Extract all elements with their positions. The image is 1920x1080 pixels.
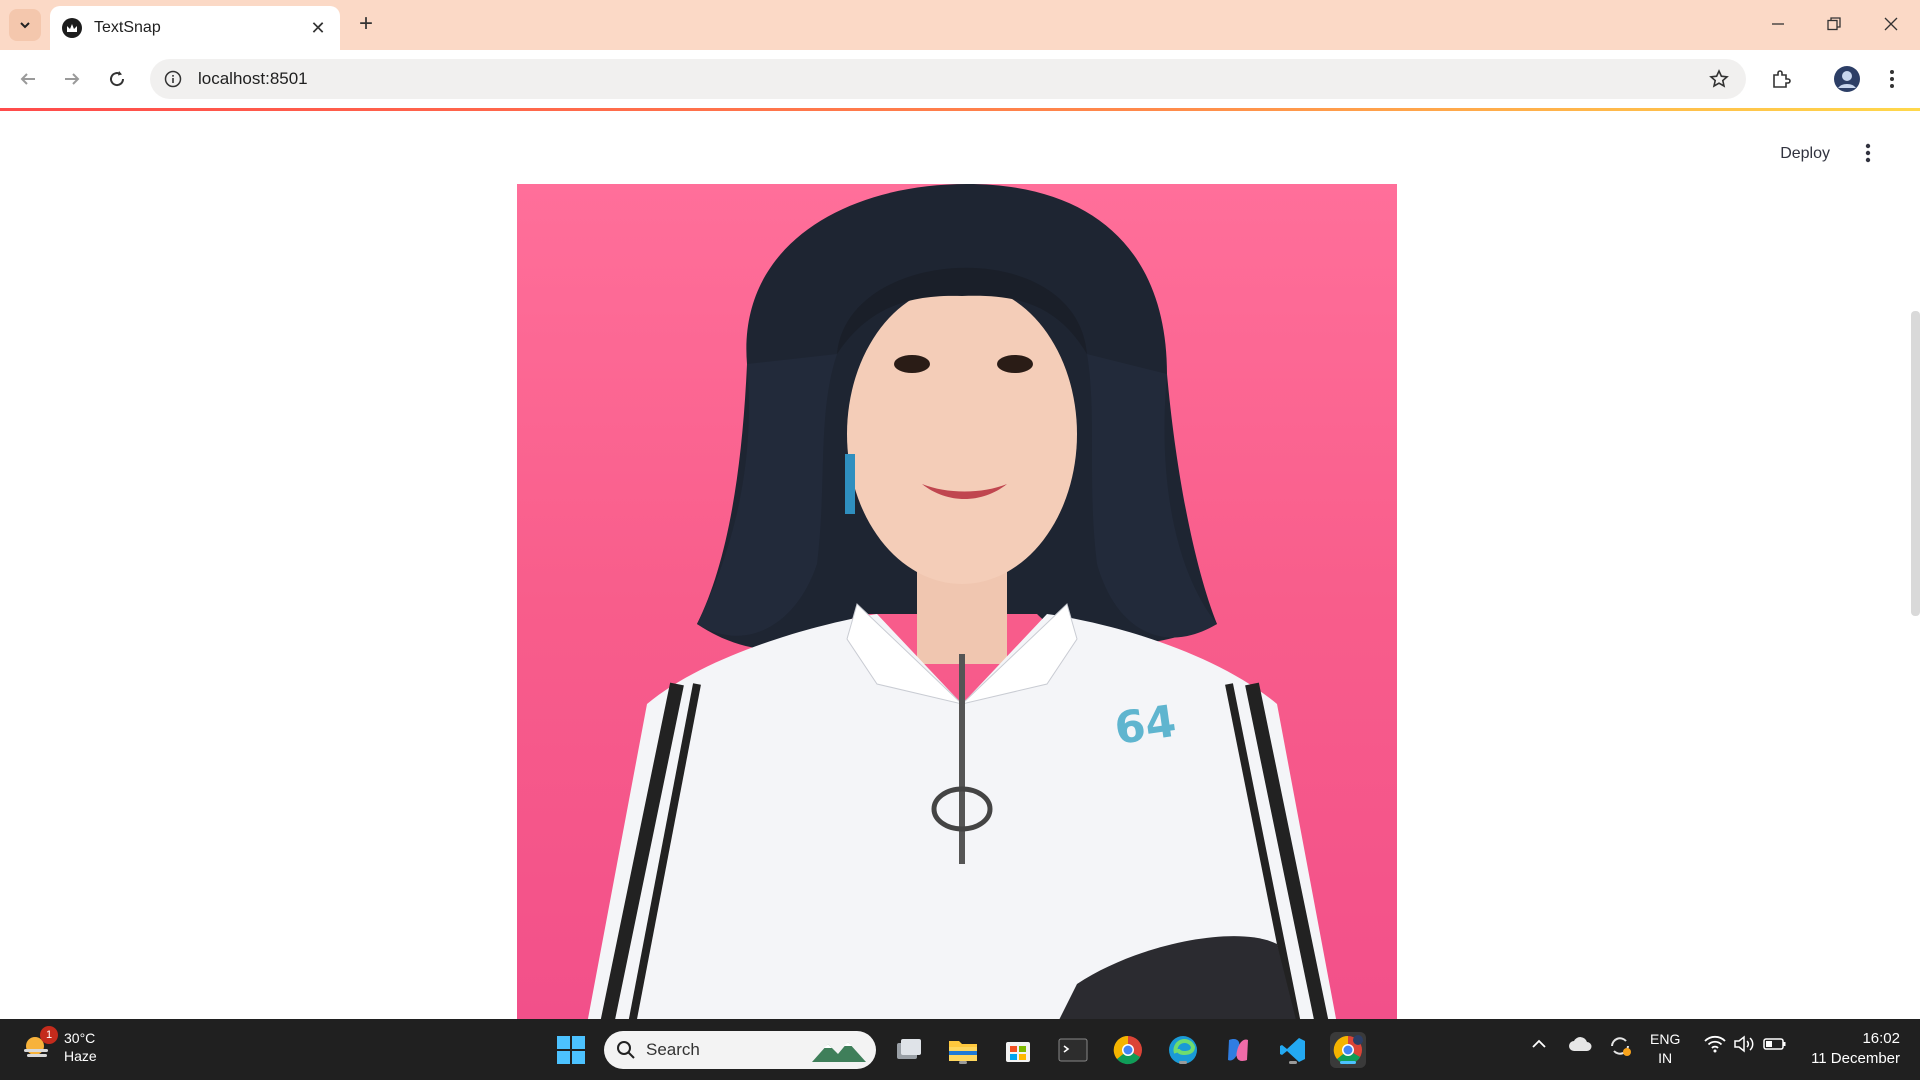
clock-date: 11 December	[1811, 1050, 1900, 1067]
onedrive-tray[interactable]	[1568, 1035, 1592, 1056]
app-main: Deploy 64	[0, 111, 1920, 1019]
sync-tray[interactable]	[1608, 1035, 1632, 1060]
system-clock[interactable]: 16:02 11 December	[1811, 1029, 1900, 1069]
crown-icon	[62, 18, 82, 38]
address-bar[interactable]: localhost:8501	[150, 59, 1746, 99]
back-button[interactable]	[12, 63, 44, 95]
copilot-icon	[1228, 1039, 1248, 1061]
minimize-icon	[1772, 23, 1784, 25]
search-icon	[617, 1041, 635, 1059]
notification-badge: 1	[40, 1026, 58, 1044]
vscode-button[interactable]	[1275, 1032, 1311, 1068]
battery-tray[interactable]	[1763, 1035, 1787, 1056]
reload-icon	[110, 71, 125, 87]
running-indicator	[1179, 1061, 1187, 1064]
store-button[interactable]	[1000, 1032, 1036, 1068]
volume-tray[interactable]	[1733, 1035, 1755, 1056]
svg-text:64: 64	[1111, 696, 1179, 755]
restore-button[interactable]	[1814, 8, 1854, 40]
show-hidden-icons[interactable]	[1530, 1035, 1548, 1056]
uploaded-image: 64	[517, 184, 1397, 1019]
chrome-button[interactable]	[1110, 1032, 1146, 1068]
running-indicator	[1289, 1061, 1297, 1064]
kebab-menu-icon	[1865, 143, 1871, 163]
wifi-icon	[1704, 1035, 1726, 1053]
start-button[interactable]	[553, 1032, 589, 1068]
chrome-active-button[interactable]	[1330, 1032, 1366, 1068]
language-code: ENG	[1650, 1031, 1681, 1047]
vscode-icon	[1280, 1038, 1305, 1062]
active-indicator	[1340, 1061, 1356, 1064]
running-indicator	[959, 1061, 967, 1064]
restore-icon	[1827, 17, 1841, 31]
avatar-icon	[1834, 66, 1860, 92]
copilot-button[interactable]	[1220, 1032, 1256, 1068]
extensions-button[interactable]	[1765, 63, 1797, 95]
app-menu-button[interactable]	[1856, 141, 1880, 165]
weather-widget[interactable]: 1 30°C Haze	[22, 1026, 97, 1065]
new-tab-button[interactable]: +	[352, 10, 380, 38]
chrome-icon	[1113, 1035, 1142, 1065]
search-label: Search	[646, 1040, 700, 1059]
speaker-icon	[1734, 1035, 1754, 1053]
portrait-photo: 64	[587, 184, 1337, 1019]
clock-time: 16:02	[1862, 1030, 1900, 1047]
forward-button[interactable]	[56, 63, 88, 95]
windows-logo-icon	[557, 1036, 585, 1064]
weather-desc: Haze	[64, 1048, 97, 1064]
puzzle-icon	[1773, 70, 1791, 88]
profile-avatar[interactable]	[1831, 63, 1863, 95]
terminal-button[interactable]	[1055, 1032, 1091, 1068]
browser-tab[interactable]: TextSnap ✕	[50, 6, 340, 50]
task-view-button[interactable]	[890, 1032, 926, 1068]
taskbar-search[interactable]: Search	[604, 1031, 876, 1069]
url-text[interactable]: localhost:8501	[198, 69, 1704, 89]
mountain-highlight-icon	[812, 1042, 866, 1062]
weather-haze-icon: 1	[22, 1026, 58, 1062]
browser-toolbar: localhost:8501	[0, 50, 1920, 108]
reload-button[interactable]	[101, 63, 133, 95]
language-indicator[interactable]: ENG IN	[1650, 1030, 1680, 1068]
folder-icon	[949, 1041, 977, 1061]
weather-temp: 30°C	[64, 1030, 96, 1046]
chevron-up-icon	[1532, 1039, 1546, 1048]
terminal-icon	[1058, 1038, 1088, 1062]
browser-menu-button[interactable]	[1876, 63, 1908, 95]
tab-search-button[interactable]	[9, 9, 41, 41]
minimize-button[interactable]	[1758, 8, 1798, 40]
site-info-icon[interactable]	[162, 68, 184, 90]
browser-tabstrip: TextSnap ✕ +	[0, 0, 1920, 50]
arrow-right-icon	[65, 73, 80, 85]
store-icon	[1006, 1042, 1030, 1062]
arrow-left-icon	[20, 73, 35, 85]
close-tab-icon[interactable]: ✕	[308, 18, 328, 38]
edge-button[interactable]	[1165, 1032, 1201, 1068]
tab-title: TextSnap	[94, 19, 161, 36]
close-window-button[interactable]	[1871, 8, 1911, 40]
windows-taskbar: 1 30°C Haze Search ENG IN 16:02 11 Decem…	[0, 1019, 1920, 1080]
network-tray[interactable]	[1704, 1035, 1726, 1056]
deploy-button[interactable]: Deploy	[1770, 139, 1840, 169]
cloud-icon	[1569, 1037, 1592, 1051]
sync-icon	[1611, 1037, 1631, 1056]
scrollbar-thumb[interactable]	[1911, 311, 1920, 616]
close-icon	[1884, 17, 1898, 31]
chevron-down-icon	[20, 22, 30, 29]
region-code: IN	[1658, 1050, 1673, 1066]
bookmark-star-icon[interactable]	[1704, 64, 1734, 94]
kebab-menu-icon	[1890, 70, 1894, 88]
task-view-icon	[897, 1039, 921, 1059]
battery-icon	[1763, 1038, 1786, 1050]
file-explorer-button[interactable]	[945, 1032, 981, 1068]
